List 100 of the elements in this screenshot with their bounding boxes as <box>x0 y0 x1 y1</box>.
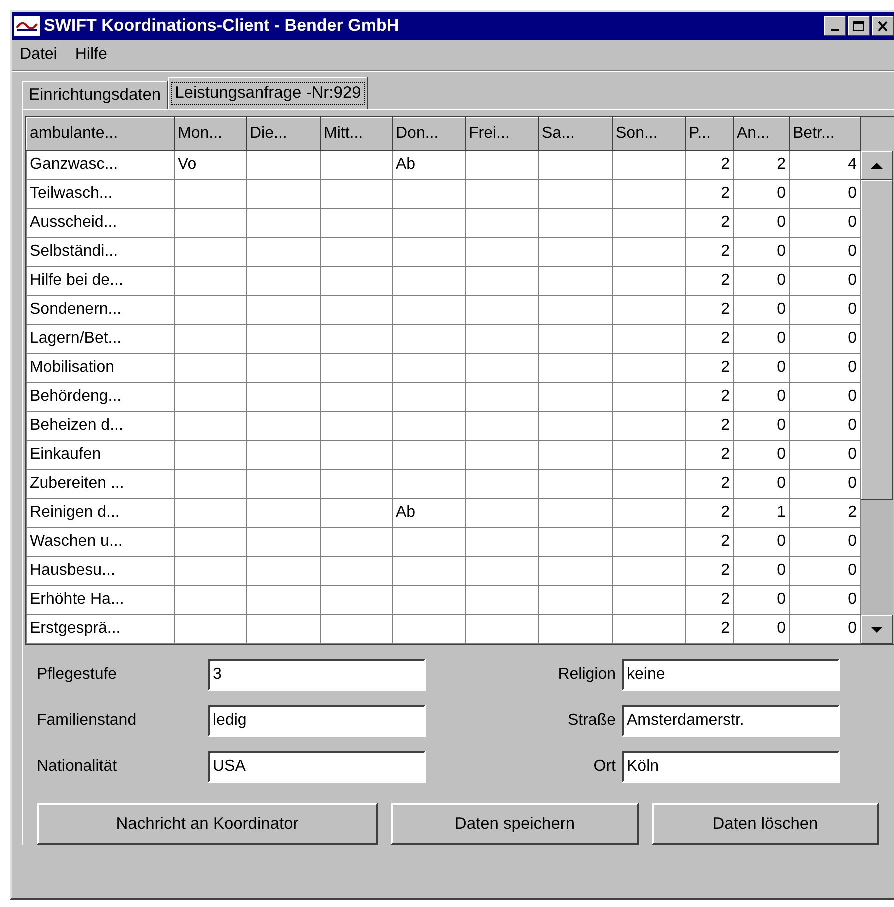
table-cell: 0 <box>790 556 860 586</box>
menu-item[interactable]: Datei <box>20 46 58 64</box>
table-cell <box>174 556 246 586</box>
table-cell: 2 <box>686 354 734 382</box>
table-cell: 2 <box>686 382 734 412</box>
table-cell <box>320 412 392 440</box>
table-cell: Beheizen d... <box>26 412 174 440</box>
table-cell: 2 <box>686 208 734 238</box>
table-cell: 2 <box>686 150 734 180</box>
column-header[interactable]: Betr... <box>790 118 860 150</box>
table-cell <box>320 586 392 614</box>
table-cell: 0 <box>790 354 860 382</box>
column-header[interactable]: P... <box>686 118 734 150</box>
table-cell: 0 <box>734 440 790 470</box>
table-cell: 1 <box>734 498 790 528</box>
field-label: Nationalität <box>37 758 118 776</box>
table-cell: 0 <box>790 208 860 238</box>
table-cell: 2 <box>686 238 734 266</box>
table-cell: 0 <box>734 382 790 412</box>
text-field[interactable]: ledig <box>208 705 426 737</box>
table-cell: 0 <box>734 412 790 440</box>
action-button[interactable]: Daten speichern <box>391 803 639 845</box>
tab[interactable]: Einrichtungsdaten <box>22 81 168 109</box>
table-cell: 0 <box>790 324 860 354</box>
table-cell <box>320 556 392 586</box>
tab[interactable]: Leistungsanfrage -Nr:929 <box>168 77 368 109</box>
column-header[interactable]: Frei... <box>466 118 538 150</box>
table-cell: Ab <box>392 150 466 180</box>
table-cell: 2 <box>686 614 734 644</box>
text-field[interactable]: Köln <box>622 751 840 783</box>
scroll-up-button[interactable] <box>861 151 893 180</box>
table-cell <box>320 266 392 296</box>
minimize-button[interactable] <box>824 16 846 36</box>
table-cell <box>174 266 246 296</box>
column-header[interactable]: Mon... <box>174 118 246 150</box>
table-cell <box>320 614 392 644</box>
table-cell: 0 <box>790 266 860 296</box>
table-cell: 0 <box>790 528 860 556</box>
scroll-thumb[interactable] <box>861 180 893 500</box>
table-cell: 0 <box>734 266 790 296</box>
table-cell <box>320 528 392 556</box>
close-button[interactable] <box>872 16 894 36</box>
column-header[interactable]: An... <box>734 118 790 150</box>
table-cell: Teilwasch... <box>26 180 174 208</box>
table-cell: Erstgesprä... <box>26 614 174 644</box>
table-cell: 0 <box>790 296 860 324</box>
field-label: Pflegestufe <box>37 666 118 684</box>
table-cell <box>320 498 392 528</box>
table-cell <box>320 324 392 354</box>
column-header[interactable]: Die... <box>246 118 320 150</box>
maximize-icon <box>853 20 865 32</box>
table-cell: Ausscheid... <box>26 208 174 238</box>
table-cell: 0 <box>790 238 860 266</box>
table-cell <box>174 208 246 238</box>
maximize-button[interactable] <box>848 16 870 36</box>
table-cell: 0 <box>734 586 790 614</box>
text-field[interactable]: keine <box>622 659 840 691</box>
table-cell <box>174 498 246 528</box>
table-cell: 0 <box>734 180 790 208</box>
table-cell <box>320 470 392 498</box>
table-cell: 0 <box>734 296 790 324</box>
table-cell: 0 <box>790 614 860 644</box>
table-cell <box>174 354 246 382</box>
text-field[interactable]: 3 <box>208 659 426 691</box>
table-cell <box>174 180 246 208</box>
column-header[interactable]: ambulante... <box>26 118 174 150</box>
table-cell: Selbständi... <box>26 238 174 266</box>
table-cell: Hilfe bei de... <box>26 266 174 296</box>
column-header[interactable]: Don... <box>392 118 466 150</box>
minimize-icon <box>831 29 839 31</box>
text-field[interactable]: Amsterdamerstr. <box>622 705 840 737</box>
scroll-down-button[interactable] <box>861 615 893 644</box>
table-cell: Behördeng... <box>26 382 174 412</box>
table-cell: 0 <box>734 470 790 498</box>
table-cell <box>320 440 392 470</box>
table-cell: 0 <box>734 556 790 586</box>
table-cell: Einkaufen <box>26 440 174 470</box>
table-cell: 2 <box>686 412 734 440</box>
table-cell <box>174 440 246 470</box>
table-cell: Mobilisation <box>26 354 174 382</box>
table-cell: 2 <box>790 498 860 528</box>
table-cell: Ab <box>392 498 466 528</box>
table-cell: 0 <box>790 440 860 470</box>
table-cell: 0 <box>734 324 790 354</box>
action-button[interactable]: Daten löschen <box>652 803 879 845</box>
table-cell <box>174 586 246 614</box>
close-icon <box>877 20 889 32</box>
column-header[interactable]: Son... <box>612 118 686 150</box>
column-header[interactable]: Sa... <box>538 118 612 150</box>
table-cell <box>174 296 246 324</box>
table-cell <box>174 238 246 266</box>
column-header[interactable]: Mitt... <box>320 118 392 150</box>
table-cell <box>320 296 392 324</box>
action-button[interactable]: Nachricht an Koordinator <box>37 803 378 845</box>
table-cell: 2 <box>686 324 734 354</box>
table-cell: Vo <box>174 150 246 180</box>
menu-item[interactable]: Hilfe <box>75 46 108 64</box>
table-cell: 0 <box>790 180 860 208</box>
text-field[interactable]: USA <box>208 751 426 783</box>
table-cell <box>320 354 392 382</box>
